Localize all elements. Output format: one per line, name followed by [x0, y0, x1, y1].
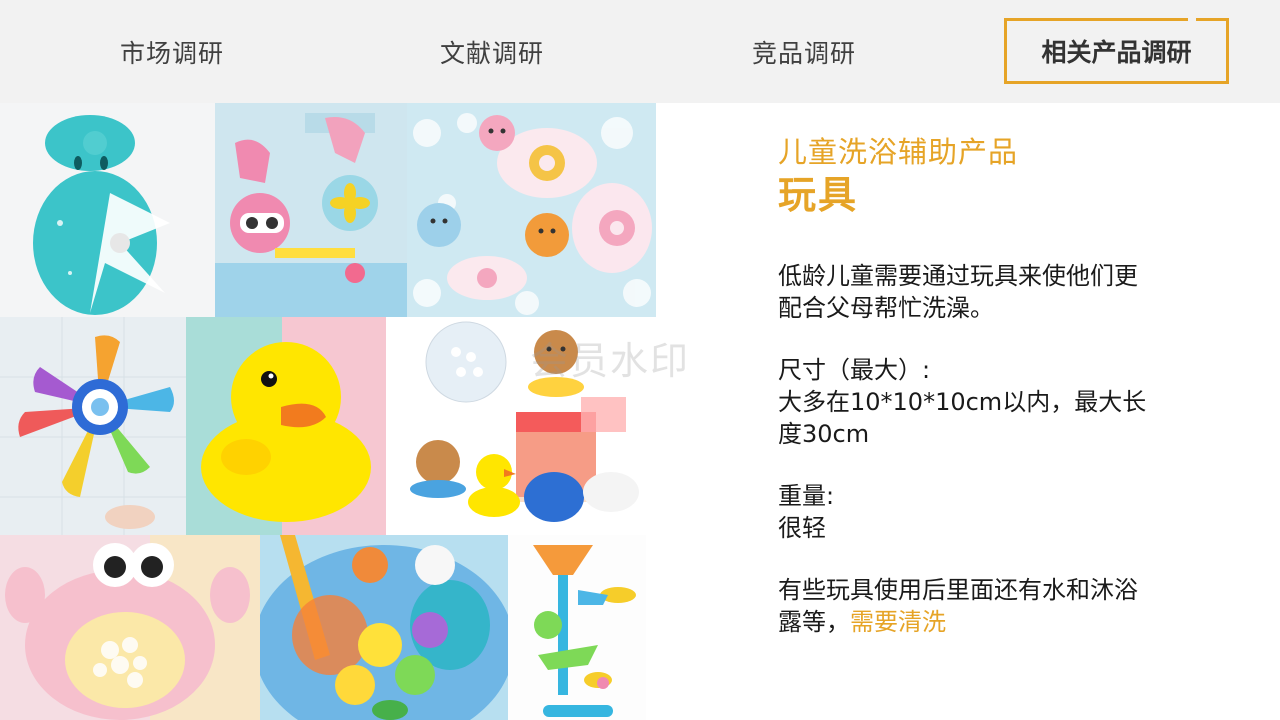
size-line-1: 大多在10*10*10cm以内，最大长: [778, 388, 1147, 416]
content-panel: 儿童洗浴辅助产品 玩具 低龄儿童需要通过玩具来使他们更 配合父母帮忙洗澡。 尺寸…: [778, 132, 1208, 638]
tab-market-research[interactable]: 市场调研: [120, 36, 224, 72]
weight-label: 重量:: [778, 482, 835, 510]
cleaning-line-2: 露等，需要清洗: [778, 606, 1208, 638]
top-nav-bar: 市场调研 文献调研 竞品调研 相关产品调研: [0, 0, 1280, 103]
tab-related-products-research[interactable]: 相关产品调研: [1004, 18, 1229, 84]
water-pipe-toy-image: [215, 103, 407, 317]
purpose-paragraph: 低龄儿童需要通过玩具来使他们更 配合父母帮忙洗澡。: [778, 260, 1208, 324]
size-line-2: 度30cm: [778, 420, 870, 448]
size-label: 尺寸（最大）:: [778, 356, 931, 384]
floating-animal-boats-image: [407, 103, 656, 317]
tab-competitor-research[interactable]: 竞品调研: [752, 36, 856, 72]
purpose-line-2: 配合父母帮忙洗澡。: [778, 294, 994, 322]
cleaning-line-2-text: 露等，: [778, 608, 850, 636]
purpose-line-1: 低龄儿童需要通过玩具来使他们更: [778, 262, 1138, 290]
section-subtitle: 儿童洗浴辅助产品: [778, 135, 1019, 169]
section-title: 玩具: [778, 173, 859, 217]
rubber-duck-image: [186, 317, 386, 535]
fishing-net-toys-image: [260, 535, 508, 720]
crab-bubble-machine-image: [0, 535, 260, 720]
cleaning-line-1: 有些玩具使用后里面还有水和沐浴: [778, 576, 1138, 604]
tab-literature-research[interactable]: 文献调研: [440, 36, 544, 72]
whale-waterwheel-toy-image: [0, 103, 215, 317]
size-paragraph: 尺寸（最大）: 大多在10*10*10cm以内，最大长 度30cm: [778, 354, 1208, 450]
water-tower-toy-image: [508, 535, 646, 720]
weight-value: 很轻: [778, 514, 826, 542]
weight-paragraph: 重量: 很轻: [778, 480, 1208, 544]
cleaning-highlight: 需要清洗: [850, 608, 946, 636]
windmill-toy-image: [0, 317, 186, 535]
cleaning-paragraph: 有些玩具使用后里面还有水和沐浴 露等，需要清洗: [778, 574, 1208, 638]
bear-bucket-set-image: [386, 317, 656, 535]
product-photo-collage: [0, 103, 656, 720]
